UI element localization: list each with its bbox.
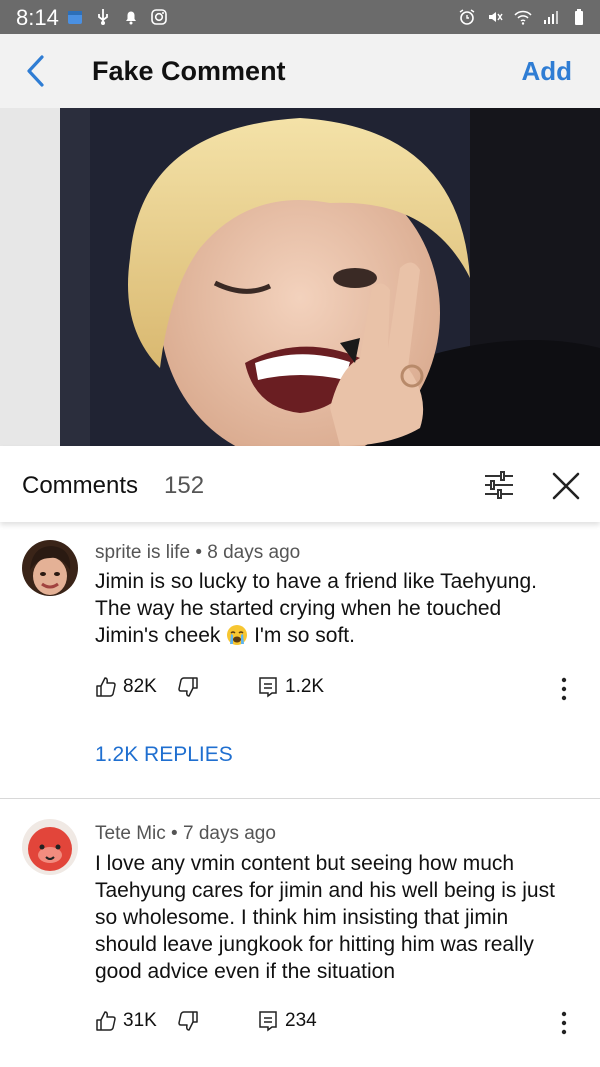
comment-icon [259,677,277,698]
battery-icon [570,8,588,26]
sort-filter-icon[interactable] [482,468,516,502]
comment-text: I love any vmin content but seeing how m… [95,852,555,983]
comment-author[interactable]: sprite is life [95,542,190,563]
mute-icon [486,8,504,26]
comment-actions: 31K 234 [95,1010,595,1040]
comment-meta: sprite is life • 8 days ago [95,542,300,564]
app-bar: Fake Comment Add [0,34,600,108]
reply-count: 234 [285,1010,317,1031]
alarm-icon [458,8,476,26]
avatar[interactable] [22,540,78,596]
status-right-icons [458,8,588,26]
dislike-button[interactable] [177,676,199,698]
comment-time: 8 days ago [207,542,301,563]
calendar-icon [66,8,84,26]
meta-separator: • [195,542,202,563]
thumbs-up-icon [96,677,116,697]
more-options-icon[interactable] [559,1010,569,1036]
avatar[interactable] [22,819,78,875]
comment-text-part: I'm so soft. [254,624,355,647]
status-left-icons [66,8,168,26]
signal-icon [542,8,560,26]
reply-count: 1.2K [285,676,325,697]
wifi-icon [514,8,532,26]
dislike-button[interactable] [177,1010,199,1032]
usb-icon [94,8,112,26]
meta-separator: • [171,823,178,844]
chevron-left-icon [27,55,44,87]
view-replies-link[interactable]: 1.2K REPLIES [95,743,233,767]
comment-meta: Tete Mic • 7 days ago [95,823,276,845]
page-title: Fake Comment [92,56,286,86]
crying-face-emoji [227,625,248,645]
comment-time: 7 days ago [182,823,276,844]
status-time: 8:14 [16,5,59,30]
comment-actions: 82K 1.2K [95,676,595,706]
reply-button[interactable]: 1.2K [257,676,324,698]
thumbs-down-icon [178,677,198,697]
comment-text: Jimin is so lucky to have a friend like … [95,568,565,649]
status-bar: 8:14 [0,0,600,34]
add-button[interactable]: Add [521,56,572,87]
like-button[interactable]: 31K [95,1010,157,1032]
comment-author[interactable]: Tete Mic [95,823,166,844]
comment-item: sprite is life • 8 days ago Jimin is so … [0,522,600,798]
thumbs-up-icon [96,1011,116,1031]
like-count: 82K [123,676,157,697]
person-photo-illustration [0,108,600,446]
reply-button[interactable]: 234 [257,1010,317,1032]
video-thumbnail-image[interactable] [0,108,600,446]
like-button[interactable]: 82K [95,676,157,698]
comment-item: Tete Mic • 7 days ago I love any vmin co… [0,799,600,1067]
back-button[interactable] [18,52,54,90]
comments-count: 152 [164,472,205,499]
instagram-icon [150,8,168,26]
more-options-icon[interactable] [559,676,569,702]
comments-title: Comments [22,472,139,499]
like-count: 31K [123,1010,157,1031]
thumbs-down-icon [178,1011,198,1031]
comment-icon [259,1011,277,1032]
comments-header: Comments 152 [0,446,600,522]
close-icon[interactable] [548,468,584,504]
notification-bell-icon [122,8,140,26]
